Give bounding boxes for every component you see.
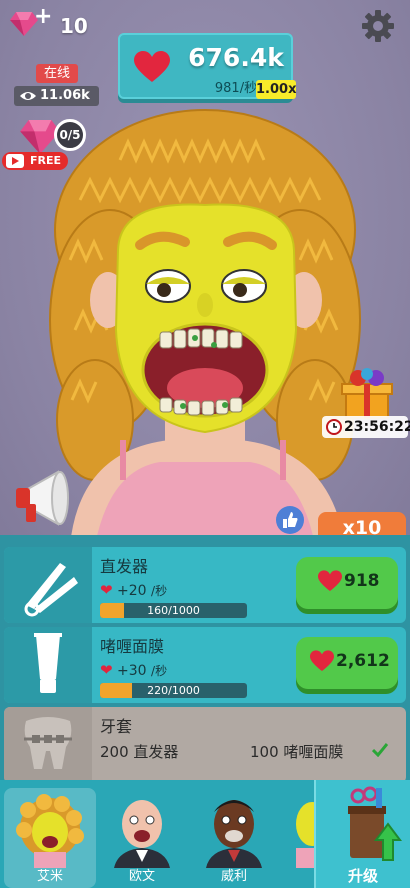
progress-text: 220/1000: [147, 684, 200, 697]
free-video-button[interactable]: FREE: [2, 152, 68, 170]
upgrade-cost: 2,612: [336, 651, 390, 671]
upgrade-panel: 直发器 ❤ +20 /秒 160/1000 918 啫喱面膜 ❤ +30 /秒 …: [0, 535, 410, 783]
video-play-icon: [6, 154, 24, 168]
requirement-straightener: 200 直发器: [100, 743, 179, 761]
heart-icon: ❤: [100, 581, 113, 599]
upgrade-progress-bar: 160/1000: [100, 603, 247, 618]
free-label: FREE: [30, 154, 62, 167]
upgrade-card-braces-locked: 牙套 200 直发器 100 啫喱面膜: [4, 707, 406, 783]
gem-count: 10: [60, 14, 88, 38]
upgrade-label: 升级: [347, 867, 378, 885]
clock-icon: [326, 419, 342, 435]
upgrade-cost: 918: [344, 571, 380, 591]
heart-icon: ❤: [100, 661, 113, 679]
heart-icon: [318, 570, 342, 597]
gem-offer-progress: 0/5: [54, 119, 86, 151]
patient-tab-owen[interactable]: 欧文: [96, 788, 188, 888]
requirement-gel-mask: 100 啫喱面膜: [250, 743, 344, 761]
patient-name: 艾米: [36, 869, 63, 884]
upgrade-icon-box: [4, 707, 92, 783]
patient-name: 威利: [220, 869, 247, 884]
upgrade-rate-value: +20: [117, 583, 147, 599]
checkmark-icon: [372, 743, 388, 757]
game-scene[interactable]: + 10 676.4k 981/秒 1.00x 在线 11.06k 0/5 FR…: [0, 0, 410, 545]
thumbs-up-icon[interactable]: [276, 506, 304, 534]
gem-counter[interactable]: + 10: [10, 6, 90, 42]
upgrade-name: 牙套: [100, 717, 133, 736]
gift-box-icon[interactable]: [338, 368, 396, 420]
upgrade-rate-unit: /秒: [151, 664, 168, 678]
patient-tab-willy[interactable]: 威利: [188, 788, 280, 888]
upgrade-rate: ❤ +20 /秒: [100, 581, 167, 599]
upgrade-card-straightener: 直发器 ❤ +20 /秒 160/1000 918: [4, 547, 406, 623]
upgrade-rate: ❤ +30 /秒: [100, 661, 167, 679]
upgrade-rate-unit: /秒: [151, 584, 168, 598]
upgrade-progress-bar: 220/1000: [100, 683, 247, 698]
add-gems-icon[interactable]: +: [34, 6, 52, 28]
upgrade-name: 直发器: [100, 557, 149, 576]
patient-name: 欧文: [128, 869, 155, 884]
patient-tab-partial[interactable]: [290, 788, 314, 888]
upgrade-name: 啫喱面膜: [100, 637, 165, 656]
online-badge: 在线: [36, 64, 78, 83]
gift-timer-value: 23:56:22: [344, 419, 410, 435]
upgrade-shop-button[interactable]: 升级: [314, 780, 410, 888]
heart-icon: [134, 51, 170, 82]
patient-avatar-partial: [296, 802, 314, 868]
gear-icon[interactable]: [360, 8, 396, 44]
face-mask-tube-icon: [34, 633, 62, 693]
viewer-count-value: 11.06k: [40, 88, 90, 103]
heart-icon: [310, 650, 334, 677]
viewer-count: 11.06k: [14, 86, 99, 106]
braces-icon: [24, 717, 72, 769]
patient-tab-ami[interactable]: 艾米: [4, 788, 96, 888]
patient-owen-avatar: [114, 800, 170, 868]
megaphone-icon[interactable]: [12, 466, 84, 532]
multiplier-badge: 1.00x: [256, 80, 297, 99]
heart-total: 676.4k: [188, 43, 284, 72]
gift-timer: 23:56:22: [322, 416, 410, 438]
hair-straightener-icon: [24, 563, 78, 617]
eye-icon: [20, 92, 36, 100]
buy-gel-mask-button[interactable]: 2,612: [296, 637, 398, 689]
patient-willy-avatar: [206, 800, 262, 868]
progress-text: 160/1000: [147, 604, 200, 617]
upgrade-card-gel-mask: 啫喱面膜 ❤ +30 /秒 220/1000 2,612: [4, 627, 406, 703]
upgrade-icon-box: [4, 547, 92, 623]
upgrade-icon-box: [4, 627, 92, 703]
upgrade-rate-value: +30: [117, 663, 147, 679]
buy-straightener-button[interactable]: 918: [296, 557, 398, 609]
upgrade-tools-icon: [348, 786, 402, 861]
patient-ami-avatar: [16, 794, 84, 868]
